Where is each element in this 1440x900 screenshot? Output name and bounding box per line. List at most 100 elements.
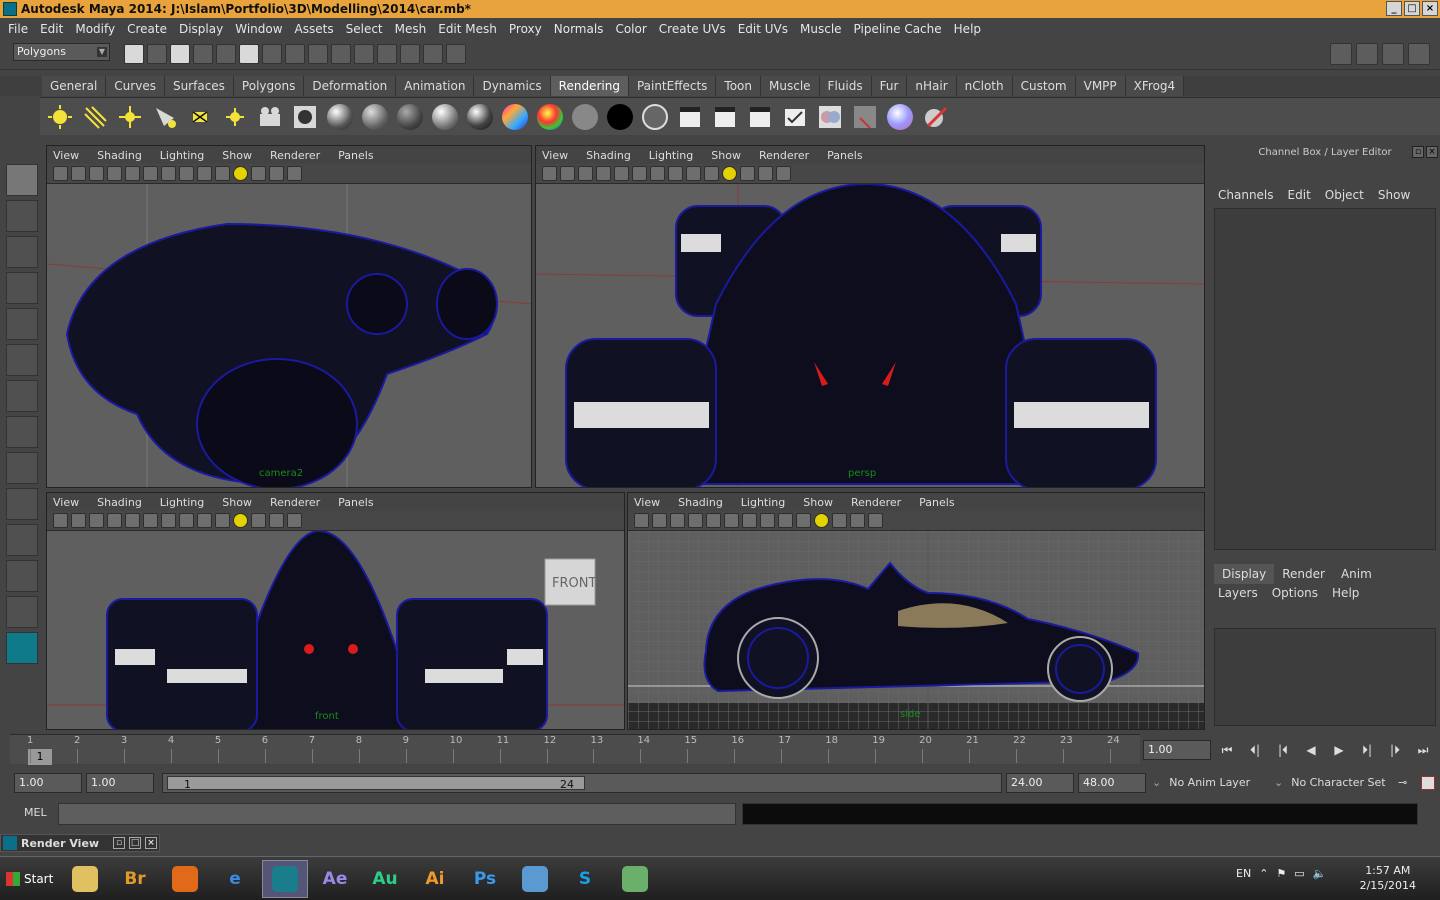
taskbar-after-effects-icon[interactable]: Ae [312,860,358,898]
render-view-bar[interactable]: Render View ▫ □ × [0,834,160,852]
show-menu[interactable]: Show [1378,188,1410,202]
manipulator-tool-icon[interactable] [6,380,38,412]
isolate-icon[interactable] [758,166,773,181]
range-slider-handle[interactable]: 1 24 [167,776,585,791]
mel-input[interactable] [58,803,736,825]
shelf-tab-animation[interactable]: Animation [396,76,475,96]
smooth-shade-icon[interactable] [197,166,212,181]
shadows-icon[interactable] [832,513,847,528]
layout-outliner-icon[interactable] [6,488,38,520]
move-tool-icon[interactable] [6,272,38,304]
anim-prefs-icon[interactable] [1421,776,1435,790]
toggle-layout-icon[interactable] [1330,43,1352,65]
volume-light-icon[interactable] [219,101,251,133]
layout-graph-icon[interactable] [6,524,38,556]
shelf-tab-muscle[interactable]: Muscle [761,76,820,96]
options-menu[interactable]: Options [1272,586,1318,600]
shader-anisotropic-icon[interactable] [464,101,496,133]
menu-select[interactable]: Select [340,22,389,36]
menu-color[interactable]: Color [609,22,652,36]
edit-menu[interactable]: Edit [1288,188,1311,202]
play-backwards-icon[interactable]: ◀ [1300,740,1322,760]
xray-icon[interactable] [287,513,302,528]
shelf-tab-rendering[interactable]: Rendering [550,76,629,96]
film-gate-icon[interactable] [724,513,739,528]
layer-list-area[interactable] [1214,628,1436,726]
end-time-field[interactable]: 48.00 [1078,773,1146,793]
camera-attributes-icon[interactable] [71,166,86,181]
snap-grid-icon[interactable] [262,44,282,64]
viewport-front[interactable]: View Shading Lighting Show Renderer Pane… [46,492,625,730]
lights-icon[interactable] [722,166,737,181]
taskbar-audition-icon[interactable]: Au [362,860,408,898]
taskbar-explorer-icon[interactable] [62,860,108,898]
channel-box-icon[interactable] [1408,43,1430,65]
shader-black-icon[interactable] [604,101,636,133]
menu-help[interactable]: Help [948,22,987,36]
area-light-icon[interactable] [184,101,216,133]
taskbar-maya-icon[interactable] [262,860,308,898]
panel-menu-renderer[interactable]: Renderer [759,149,809,162]
smooth-shade-icon[interactable] [778,513,793,528]
viewport-side[interactable]: View Shading Lighting Show Renderer Pane… [627,492,1205,730]
panel-menu-view[interactable]: View [53,496,79,509]
current-frame-marker[interactable]: 1 [28,749,52,765]
texture-icon[interactable] [796,513,811,528]
playback-start-field[interactable]: 1.00 [86,773,154,793]
panel-menu-renderer[interactable]: Renderer [851,496,901,509]
layers-menu[interactable]: Layers [1218,586,1258,600]
menu-edit-uvs[interactable]: Edit UVs [732,22,794,36]
camera-select-icon[interactable] [53,513,68,528]
wireframe-icon[interactable] [179,513,194,528]
panel-menu-shading[interactable]: Shading [586,149,631,162]
channels-menu[interactable]: Channels [1218,188,1274,202]
grid-toggle-icon[interactable] [125,513,140,528]
help-menu[interactable]: Help [1332,586,1359,600]
menu-display[interactable]: Display [173,22,229,36]
panel-menu-lighting[interactable]: Lighting [160,149,204,162]
taskbar-bridge-icon[interactable]: Br [112,860,158,898]
camera-attributes-icon[interactable] [71,513,86,528]
panel-menu-shading[interactable]: Shading [97,496,142,509]
menu-edit-mesh[interactable]: Edit Mesh [432,22,503,36]
camera-attributes-icon[interactable] [652,513,667,528]
menu-muscle[interactable]: Muscle [794,22,848,36]
camera-select-icon[interactable] [53,166,68,181]
paint-select-tool-icon[interactable] [6,236,38,268]
panel-menu-show[interactable]: Show [803,496,833,509]
viewport-camera2[interactable]: View Shading Lighting Show Renderer Pane… [46,145,532,488]
grid-toggle-icon[interactable] [614,166,629,181]
menu-set-dropdown[interactable]: Polygons ▼ [13,43,110,61]
bookmark-icon[interactable] [670,513,685,528]
shader-blinn-icon[interactable] [324,101,356,133]
step-forward-key-icon[interactable]: ⏵| [1356,740,1378,760]
shelf-tab-deformation[interactable]: Deformation [304,76,397,96]
taskbar-firefox-icon[interactable] [162,860,208,898]
image-plane-icon[interactable] [107,166,122,181]
flag-icon[interactable]: ⚑ [1276,867,1286,880]
shelf-tab-dynamics[interactable]: Dynamics [474,76,551,96]
hypershade-icon[interactable] [446,44,466,64]
bookmark-icon[interactable] [89,513,104,528]
panel-menu-show[interactable]: Show [222,496,252,509]
panel-menu-lighting[interactable]: Lighting [649,149,693,162]
menu-modify[interactable]: Modify [69,22,121,36]
menu-create[interactable]: Create [121,22,173,36]
render-clapper-icon[interactable] [674,101,706,133]
panel-menu-panels[interactable]: Panels [919,496,954,509]
isolate-icon[interactable] [850,513,865,528]
hypershade-window-icon[interactable] [814,101,846,133]
ipr-render-icon[interactable] [400,44,420,64]
menu-edit[interactable]: Edit [34,22,69,36]
taskbar-ie-icon[interactable]: e [212,860,258,898]
shader-phong-icon[interactable] [394,101,426,133]
render-globals-icon[interactable] [779,101,811,133]
smooth-shade-icon[interactable] [686,166,701,181]
menu-window[interactable]: Window [229,22,288,36]
menu-create-uvs[interactable]: Create UVs [653,22,732,36]
shelf-tab-general[interactable]: General [42,76,107,96]
texture-icon[interactable] [704,166,719,181]
panel-menu-view[interactable]: View [542,149,568,162]
snap-plane-icon[interactable] [331,44,351,64]
camera-select-icon[interactable] [634,513,649,528]
